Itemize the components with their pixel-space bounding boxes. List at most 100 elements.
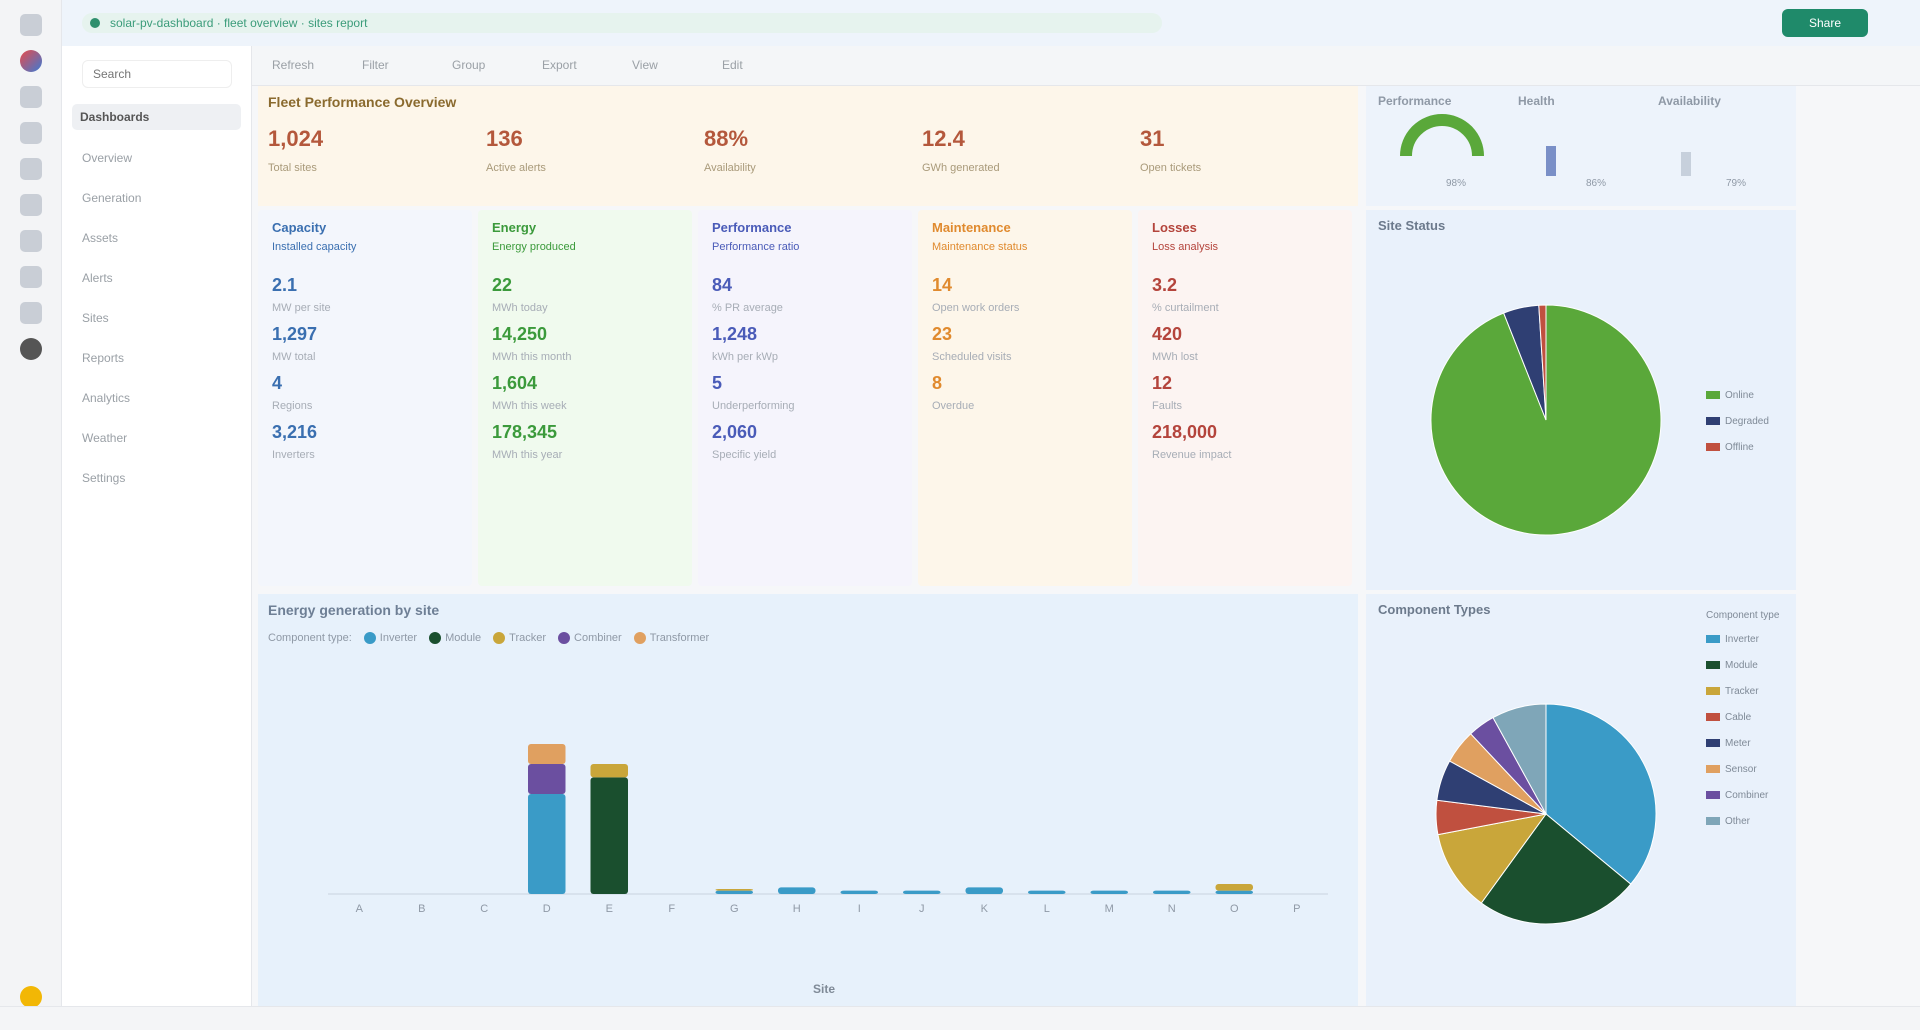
filter-chip-label[interactable]: Tracker xyxy=(509,632,546,644)
filter-chip-icon[interactable] xyxy=(633,632,646,645)
card-title: Maintenance xyxy=(932,220,1011,235)
legend-item[interactable]: Module xyxy=(1706,660,1758,671)
legend-swatch xyxy=(1706,713,1720,722)
card-metric-value: 3,216 xyxy=(272,422,318,442)
bar-segment[interactable] xyxy=(715,890,754,894)
bar-segment[interactable] xyxy=(1215,890,1254,894)
filter-chip-label[interactable]: Inverter xyxy=(380,632,417,644)
bell-icon[interactable] xyxy=(19,194,42,216)
card-metric-value: 1,248 xyxy=(712,324,758,344)
toolbar-button[interactable]: Refresh xyxy=(272,58,314,72)
x-tick-label: L xyxy=(1044,903,1050,915)
home-icon[interactable] xyxy=(19,86,42,108)
sidebar-item[interactable]: Alerts xyxy=(62,258,251,298)
card-metric-label: Open work orders xyxy=(932,302,1020,314)
kpi-tile: 88% Availability xyxy=(704,126,904,174)
metric-card: Energy Energy produced 22 MWh today 14,250 MW… xyxy=(478,210,692,586)
user-icon[interactable] xyxy=(19,266,42,288)
bar-segment[interactable] xyxy=(528,794,566,894)
legend-item[interactable]: Tracker xyxy=(1706,686,1759,697)
bar-segment[interactable] xyxy=(778,887,816,894)
card-title: Losses xyxy=(1152,220,1197,235)
component-types-panel: Component Types Component type Inverter Mo… xyxy=(1366,594,1796,1006)
toolbar-button[interactable]: Export xyxy=(542,58,577,72)
toolbar-button[interactable]: View xyxy=(632,58,658,72)
sidebar-item[interactable]: Weather xyxy=(62,418,251,458)
card-metric-value: 2.1 xyxy=(272,275,298,295)
bar-segment[interactable] xyxy=(1028,890,1066,894)
legend-swatch xyxy=(1706,417,1720,426)
x-tick-label: N xyxy=(1168,903,1176,915)
toolbar-button[interactable]: Filter xyxy=(362,58,389,72)
kpi-value: 88% xyxy=(704,126,749,151)
sidebar-item[interactable]: Analytics xyxy=(62,378,251,418)
legend-item[interactable]: Cable xyxy=(1706,712,1751,723)
legend-item[interactable]: Online xyxy=(1706,390,1754,401)
filter-chip-label[interactable]: Transformer xyxy=(650,632,710,644)
share-button[interactable]: Share xyxy=(1782,9,1868,37)
card-metric-value: 12 xyxy=(1152,373,1173,393)
app-rail xyxy=(0,0,62,1030)
legend-item[interactable]: Offline xyxy=(1706,442,1754,453)
filter-chip-icon[interactable] xyxy=(558,632,571,645)
sidebar-item[interactable]: Sites xyxy=(62,298,251,338)
legend-swatch xyxy=(1706,443,1720,452)
bar-segment[interactable] xyxy=(1090,890,1129,894)
card-metric-label: % PR average xyxy=(712,302,783,314)
bar-segment[interactable] xyxy=(715,889,754,891)
sidebar-item[interactable]: Overview xyxy=(62,138,251,178)
toolbar-button[interactable]: Group xyxy=(452,58,485,72)
card-subtitle: Loss analysis xyxy=(1152,241,1219,253)
filter-chip-icon[interactable] xyxy=(429,632,442,645)
metric-card: Performance Performance ratio 84 % PR avera… xyxy=(698,210,912,586)
bar-segment[interactable] xyxy=(840,890,879,894)
legend-item[interactable]: Other xyxy=(1706,816,1750,827)
folder-icon[interactable] xyxy=(19,230,42,252)
bar-segment[interactable] xyxy=(590,764,629,778)
chart-icon[interactable] xyxy=(19,122,42,144)
table-icon[interactable] xyxy=(19,158,42,180)
x-tick-label: M xyxy=(1105,903,1114,915)
card-metric-label: Revenue impact xyxy=(1152,449,1232,461)
metric-card: Capacity Installed capacity 2.1 MW per site… xyxy=(258,210,472,586)
help-icon[interactable] xyxy=(20,986,42,1008)
sidebar-item[interactable]: Reports xyxy=(62,338,251,378)
filter-chip-label[interactable]: Module xyxy=(445,632,481,644)
bar-segment[interactable] xyxy=(528,764,566,794)
bar-segment[interactable] xyxy=(1153,890,1191,894)
card-metric-value: 1,297 xyxy=(272,324,318,344)
sidebar-section-dashboards[interactable]: Dashboards xyxy=(72,104,241,130)
kpi-tile: 136 Active alerts xyxy=(486,126,686,174)
card-metric-value: 14 xyxy=(932,275,953,295)
toolbar-button[interactable]: Edit xyxy=(722,58,743,72)
bar-segment[interactable] xyxy=(1215,884,1254,891)
filter-label: Component type: xyxy=(268,632,352,644)
x-tick-label: F xyxy=(668,903,675,915)
app-logo-icon[interactable] xyxy=(19,50,42,72)
legend-item[interactable]: Meter xyxy=(1706,738,1751,749)
legend-item[interactable]: Combiner xyxy=(1706,790,1768,801)
bar-segment[interactable] xyxy=(965,887,1004,894)
search-input[interactable] xyxy=(82,60,232,88)
legend-item[interactable]: Inverter xyxy=(1706,634,1759,645)
filter-chip-icon[interactable] xyxy=(363,632,376,645)
bar-segment[interactable] xyxy=(590,777,629,894)
bar-segment[interactable] xyxy=(528,744,566,764)
legend-item[interactable]: Degraded xyxy=(1706,416,1769,427)
card-metric-value: 4 xyxy=(272,373,283,393)
filter-chip-label[interactable]: Combiner xyxy=(574,632,622,644)
availability-gauge-bar xyxy=(1681,152,1691,176)
card-subtitle: Maintenance status xyxy=(932,241,1028,253)
grid-icon[interactable] xyxy=(19,14,42,36)
bar-segment[interactable] xyxy=(903,890,941,894)
component-filter[interactable]: Component type: Inverter Module Tracker Comb… xyxy=(268,632,710,645)
sidebar-item[interactable]: Generation xyxy=(62,178,251,218)
sidebar-item[interactable]: Assets xyxy=(62,218,251,258)
filter-chip-icon[interactable] xyxy=(493,632,506,645)
settings-icon[interactable] xyxy=(19,302,42,324)
address-bar[interactable]: solar-pv-dashboard · fleet overview · si… xyxy=(82,13,1162,33)
sidebar-item[interactable]: Settings xyxy=(62,458,251,498)
legend-item[interactable]: Sensor xyxy=(1706,764,1757,775)
kpi-value: 136 xyxy=(486,126,523,151)
avatar[interactable] xyxy=(19,338,42,360)
